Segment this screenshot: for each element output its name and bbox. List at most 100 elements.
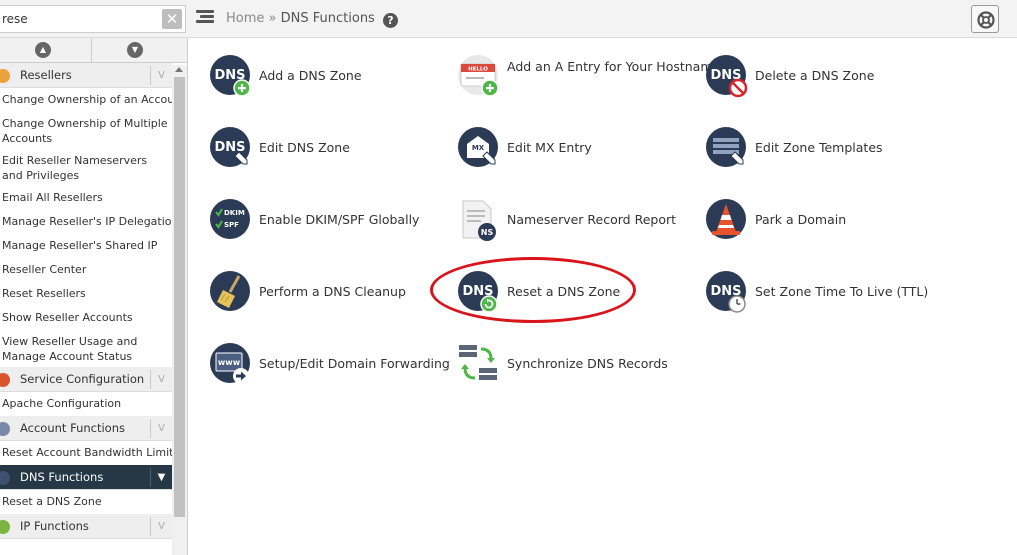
sidebar-item[interactable]: Email All Resellers [0,186,172,210]
function-label: Edit MX Entry [507,140,592,155]
ip-icon [0,520,10,534]
mx-edit-icon: MX [458,127,498,167]
sidebar: ▲ ▼ Resellers V Change Ownership of an A… [0,38,188,555]
category-label: Service Configuration [20,372,145,386]
function-nameserver-record-report[interactable]: NS Nameserver Record Report [457,198,702,248]
svg-text:SPF: SPF [224,221,239,229]
breadcrumb-home[interactable]: Home [226,11,264,26]
function-add-dns-zone[interactable]: DNS Add a DNS Zone [209,54,454,104]
function-edit-zone-templates[interactable]: Edit Zone Templates [705,126,950,176]
sidebar-item[interactable]: Reset Account Bandwidth Limit [0,441,173,465]
highlight-annotation [430,257,636,323]
breadcrumb: Home » DNS Functions ? [226,11,398,28]
function-synchronize-dns[interactable]: Synchronize DNS Records [457,342,702,392]
chevron-down-icon[interactable]: V [150,419,172,438]
sidebar-category-service-configuration[interactable]: Service Configuration V [0,367,172,392]
sidebar-item[interactable]: Reseller Center [0,258,172,282]
sidebar-item[interactable]: Edit Reseller Nameservers and Privileges [0,149,172,186]
breadcrumb-separator: » [268,11,277,26]
sidebar-item[interactable]: Manage Reseller's IP Delegation [0,210,179,234]
function-label: Edit Zone Templates [755,140,883,155]
category-label: Account Functions [20,421,125,435]
sidebar-item[interactable]: Reset a DNS Zone [0,490,172,514]
ns-report-icon: NS [462,200,496,241]
svg-text:www: www [218,358,241,367]
sidebar-item[interactable]: Change Ownership of Multiple Accounts [0,112,172,149]
function-label: Setup/Edit Domain Forwarding [259,356,450,371]
chevron-down-icon[interactable]: V [150,66,172,85]
svg-text:MX: MX [472,144,485,152]
function-label: Delete a DNS Zone [755,68,875,83]
function-edit-dns-zone[interactable]: DNS Edit DNS Zone [209,126,454,176]
breadcrumb-current: DNS Functions [280,11,375,26]
zone-templates-icon [706,127,746,167]
menu-toggle-icon[interactable] [196,10,214,24]
svg-text:DKIM: DKIM [224,209,245,217]
function-label: Enable DKIM/SPF Globally [259,212,420,227]
category-label: IP Functions [20,519,89,533]
sidebar-item[interactable]: Change Ownership of an Account [0,88,186,112]
collapse-all-button[interactable]: ▲ [0,38,92,62]
function-label: Add an A Entry for Your Hostname [507,59,721,74]
www-forward-icon: www [210,343,250,384]
function-set-zone-ttl[interactable]: DNS Set Zone Time To Live (TTL) [705,270,950,320]
main-content: DNS Add a DNS Zone HELLO Add an A Entry … [189,38,1017,555]
hostname-add-icon: HELLO [458,55,499,97]
sidebar-category-resellers[interactable]: Resellers V [0,63,172,88]
function-label: Nameserver Record Report [507,212,677,227]
top-bar: ✕ Home » DNS Functions ? [0,0,1017,38]
search-box: ✕ [0,5,186,33]
dns-ttl-icon: DNS [706,271,746,313]
scroll-thumb[interactable] [174,77,185,517]
sidebar-category-ip-functions[interactable]: IP Functions V [0,514,172,539]
svg-text:NS: NS [481,228,494,237]
category-label: DNS Functions [20,470,104,484]
function-label: Add a DNS Zone [259,68,362,83]
resellers-icon [0,69,10,83]
chevron-up-icon: ▲ [35,42,51,58]
function-label: Edit DNS Zone [259,140,350,155]
user-icon [0,422,10,436]
traffic-cone-icon [706,199,746,239]
chevron-down-icon[interactable]: V [150,517,172,536]
function-label: Synchronize DNS Records [507,356,668,371]
function-add-a-entry[interactable]: HELLO Add an A Entry for Your Hostname [457,54,720,104]
sidebar-item[interactable]: Manage Reseller's Shared IP [0,234,172,258]
sidebar-scrollbar[interactable] [172,65,187,555]
broom-icon [210,271,250,311]
sidebar-category-dns-functions[interactable]: DNS Functions ▼ [0,465,172,490]
sidebar-item[interactable]: Apache Configuration [0,392,172,416]
caret-down-icon[interactable]: ▼ [150,468,172,487]
dns-icon [0,471,10,485]
collapse-controls: ▲ ▼ [0,38,187,63]
dns-edit-icon: DNS [210,127,250,167]
function-park-a-domain[interactable]: Park a Domain [705,198,950,248]
wrench-icon [0,373,10,387]
function-perform-dns-cleanup[interactable]: Perform a DNS Cleanup [209,270,454,320]
function-domain-forwarding[interactable]: www Setup/Edit Domain Forwarding [209,342,454,392]
svg-text:DNS: DNS [214,140,245,155]
sidebar-item[interactable]: Reset Resellers [0,282,172,306]
function-delete-dns-zone[interactable]: DNS Delete a DNS Zone [705,54,950,104]
clear-search-button[interactable]: ✕ [162,9,182,29]
search-input[interactable] [0,6,155,32]
dns-add-icon: DNS [210,55,251,97]
function-enable-dkim-spf[interactable]: DKIM SPF Enable DKIM/SPF Globally [209,198,454,248]
chevron-down-icon: ▼ [127,42,143,58]
function-label: Perform a DNS Cleanup [259,284,406,299]
sidebar-item[interactable]: View Reseller Usage and Manage Account S… [0,330,172,367]
sync-servers-icon [459,345,497,380]
category-label: Resellers [20,68,72,82]
function-label: Set Zone Time To Live (TTL) [755,284,929,299]
function-edit-mx-entry[interactable]: MX Edit MX Entry [457,126,702,176]
function-label: Park a Domain [755,212,847,227]
dkim-spf-icon: DKIM SPF [210,199,250,239]
dns-delete-icon: DNS [706,55,748,98]
help-icon[interactable]: ? [382,13,398,28]
support-button[interactable] [971,5,999,33]
chevron-down-icon[interactable]: V [150,370,172,389]
sidebar-category-account-functions[interactable]: Account Functions V [0,416,172,441]
scroll-up-icon[interactable] [175,67,183,72]
expand-all-button[interactable]: ▼ [92,38,184,62]
sidebar-item[interactable]: Show Reseller Accounts [0,306,172,330]
